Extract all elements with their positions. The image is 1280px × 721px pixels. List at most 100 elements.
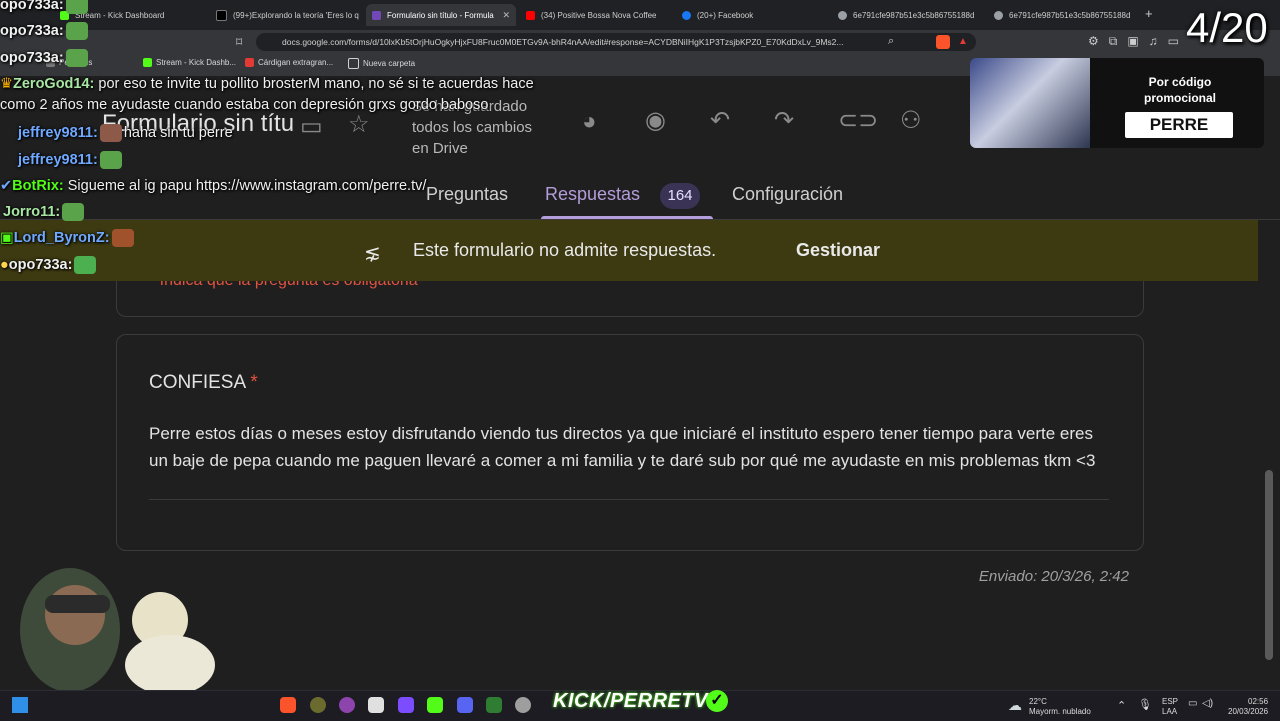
app-icon[interactable]: [310, 697, 326, 713]
app-icon[interactable]: [398, 697, 414, 713]
network-icon[interactable]: ▭: [1188, 698, 1197, 709]
clock-time[interactable]: 02:56: [1248, 697, 1268, 706]
chat-user: Lord_ByronZ:: [13, 229, 110, 246]
discord-icon[interactable]: [457, 697, 473, 713]
kick-icon[interactable]: [427, 697, 443, 713]
not-accepting-icon: ⋦: [364, 242, 381, 264]
brave-icon[interactable]: [280, 697, 296, 713]
tray-chevron-icon[interactable]: ⌃: [1117, 699, 1126, 712]
chat-text: Sigueme al ig papu https://www.instagram…: [67, 178, 427, 194]
verified-icon: ✓: [706, 690, 728, 712]
bookmark-label: Stream - Kick Dashb...: [156, 58, 237, 67]
question-title: CONFIESA *: [149, 372, 258, 394]
chat-user: Jorro11:: [3, 203, 61, 220]
add-collaborator-icon[interactable]: ⚇: [900, 106, 922, 135]
manage-button[interactable]: Gestionar: [796, 240, 880, 261]
answer-underline: [149, 499, 1109, 500]
browser-tab-3[interactable]: (34) Positive Bossa Nova Coffee: [520, 4, 670, 26]
chat-message: opo733a:: [0, 49, 90, 67]
language-top[interactable]: ESP: [1162, 697, 1178, 706]
chat-message: jeffrey9811:: [18, 151, 124, 169]
browser-tab-1[interactable]: (99+)Explorando la teoría 'Eres lo q: [210, 4, 362, 26]
promo-label: Por código promocional: [1143, 75, 1216, 105]
app-icon[interactable]: [368, 697, 384, 713]
chat-user: jeffrey9811:: [18, 151, 98, 168]
chat-message: Jorro11:: [3, 203, 86, 221]
bookmark-item[interactable]: Cárdigan extragran...: [245, 58, 333, 67]
bookmark-label: Cárdigan extragran...: [258, 58, 334, 67]
zoom-icon[interactable]: ⌕: [888, 35, 894, 48]
volume-icon[interactable]: ◁): [1202, 698, 1213, 709]
weather-desc[interactable]: Mayorm. nublado: [1029, 707, 1091, 716]
bookmark-item[interactable]: Stream - Kick Dashb...: [143, 58, 236, 67]
browser-tab-4[interactable]: (20+) Facebook: [676, 4, 826, 26]
tab-questions[interactable]: Preguntas: [426, 184, 508, 205]
chat-message: opo733a:: [0, 22, 90, 40]
redo-icon[interactable]: ↷: [774, 106, 794, 135]
chat-message: jeffrey9811: haha sin tu perre: [18, 124, 233, 142]
emote-icon: [99, 124, 122, 142]
chat-user: BotRix:: [12, 178, 64, 194]
chat-message: ▣Lord_ByronZ:: [0, 229, 136, 247]
browser-tab-6[interactable]: 6e791cfe987b51e3c5b86755188d: [988, 4, 1138, 26]
chat-text: por eso te invite tu pollito brosterM ma…: [98, 76, 534, 92]
brave-shield-icon[interactable]: [936, 35, 950, 49]
page-scrollbar[interactable]: [1265, 470, 1273, 660]
promo-code: PERRE: [1125, 112, 1233, 138]
globe-icon: [838, 10, 847, 20]
address-bar[interactable]: docs.google.com/forms/d/10lxKb5tOrjHuOgk…: [256, 33, 976, 51]
palette-icon[interactable]: ◕: [582, 108, 597, 136]
tab-settings[interactable]: Configuración: [732, 184, 843, 205]
emote-icon: [65, 49, 88, 67]
chat-message: ♛ZeroGod14: por eso te invite tu pollito…: [0, 76, 534, 92]
new-tab-icon[interactable]: +: [1145, 6, 1153, 21]
app-icon[interactable]: [339, 697, 355, 713]
promo-artwork: [970, 58, 1090, 148]
answer-text: Perre estos días o meses estoy disfrutan…: [149, 424, 1096, 470]
tab-title: (34) Positive Bossa Nova Coffee: [541, 10, 657, 20]
clock-date[interactable]: 20/03/2026: [1228, 707, 1268, 716]
store-icon: [245, 58, 254, 67]
chat-message: opo733a:: [0, 0, 90, 14]
tab-title: 6e791cfe987b51e3c5b86755188d: [853, 10, 975, 20]
emote-icon: [65, 0, 88, 14]
windows-start-icon[interactable]: [12, 697, 28, 713]
app-icon[interactable]: [486, 697, 502, 713]
microphone-icon[interactable]: 🎙: [1138, 698, 1152, 711]
bookmark-icon[interactable]: ⌑: [236, 35, 242, 49]
browser-tab-2[interactable]: Formulario sin título - Formula ✕: [366, 4, 516, 26]
undo-icon[interactable]: ↶: [710, 106, 730, 135]
kick-icon: [143, 58, 152, 67]
chat-message: ●opo733a:: [0, 256, 98, 274]
responses-count-badge: 164: [660, 183, 700, 209]
webcam-overlay: [20, 568, 215, 695]
tab-responses[interactable]: Respuestas: [545, 184, 640, 205]
language-bottom[interactable]: LAA: [1162, 707, 1177, 716]
chat-message: como 2 años me ayudaste cuando estaba co…: [0, 97, 489, 113]
forms-icon: [372, 10, 381, 20]
tab-title: (99+)Explorando la teoría 'Eres lo q: [233, 10, 359, 20]
link-icon[interactable]: ⊂⊃: [838, 106, 878, 135]
folder-icon[interactable]: ▭: [300, 112, 323, 141]
close-tab-icon[interactable]: ✕: [502, 10, 510, 21]
app-icon[interactable]: [515, 697, 531, 713]
emote-icon: [99, 151, 122, 169]
required-mark: *: [250, 372, 258, 393]
url-text: docs.google.com/forms/d/10lxKb5tOrjHuOgk…: [282, 37, 844, 47]
question-title-text: CONFIESA: [149, 372, 246, 393]
tab-title: Formulario sin título - Formula: [387, 10, 494, 20]
kick-brand: KICK/PERRETV: [553, 690, 708, 712]
weather-temp[interactable]: 22°C: [1029, 697, 1047, 706]
rewards-icon[interactable]: ▲: [958, 36, 968, 47]
chat-message: ✔BotRix: Sigueme al ig papu https://www.…: [0, 178, 426, 194]
badge-icon: ▣: [0, 229, 14, 246]
chat-user: opo733a:: [0, 0, 64, 13]
extensions-icons[interactable]: ⚙⧉▣♫▭: [1088, 34, 1189, 49]
chat-user: ZeroGod14:: [13, 76, 95, 92]
emote-icon: [111, 229, 134, 247]
sent-timestamp: Enviado: 20/3/26, 2:42: [978, 568, 1129, 585]
star-icon[interactable]: ☆: [348, 110, 370, 139]
preview-eye-icon[interactable]: ◉: [645, 106, 666, 135]
bookmark-item[interactable]: Nueva carpeta: [348, 58, 415, 69]
browser-tab-5[interactable]: 6e791cfe987b51e3c5b86755188d: [832, 4, 982, 26]
